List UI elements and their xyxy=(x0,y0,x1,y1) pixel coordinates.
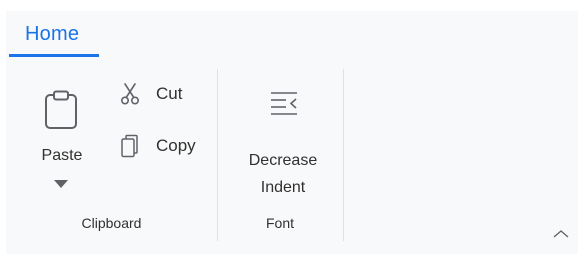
copy-icon xyxy=(121,134,138,158)
paste-button[interactable]: Paste xyxy=(28,87,96,195)
chevron-up-icon[interactable] xyxy=(551,226,571,242)
font-group-label: Font xyxy=(265,215,294,231)
tab-home-label: Home xyxy=(25,23,80,45)
paste-label: Paste xyxy=(41,147,83,164)
copy-button[interactable]: Copy xyxy=(116,131,211,161)
decrease-indent-icon xyxy=(271,92,297,115)
scissors-icon xyxy=(120,83,140,105)
cut-label: Cut xyxy=(156,84,183,103)
active-tab-indicator xyxy=(9,54,99,57)
decrease-indent-label-line2: Indent xyxy=(260,179,306,196)
decrease-indent-label-line1: Decrease xyxy=(248,152,318,169)
font-group: Decrease Indent Font xyxy=(217,69,343,241)
paste-dropdown-arrow-icon[interactable] xyxy=(54,180,68,188)
tab-home[interactable]: Home xyxy=(9,11,99,58)
group-divider xyxy=(343,69,344,241)
clipboard-group-label: Clipboard xyxy=(81,215,142,231)
cut-button[interactable]: Cut xyxy=(116,79,211,109)
clipboard-icon xyxy=(45,90,77,129)
decrease-indent-label: Decrease Indent xyxy=(237,147,329,201)
decrease-indent-button[interactable]: Decrease Indent xyxy=(243,83,323,197)
copy-label: Copy xyxy=(156,136,196,155)
ribbon: Home Paste Cut Copy Clipboard Decrease I… xyxy=(6,11,578,254)
ribbon-tab-strip: Home xyxy=(6,11,578,58)
clipboard-group: Paste Cut Copy Clipboard xyxy=(6,69,217,241)
